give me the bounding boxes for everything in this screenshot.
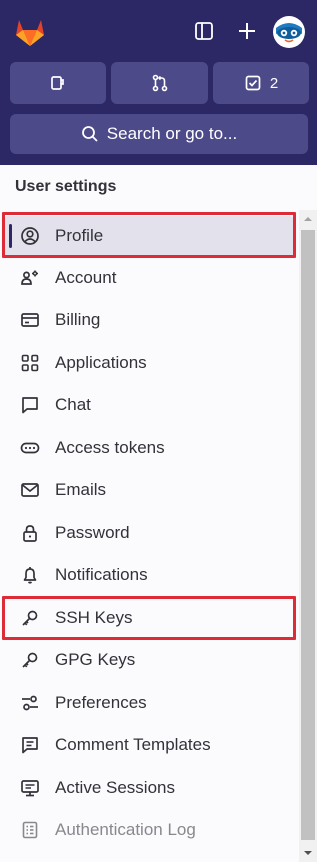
search-icon — [81, 125, 99, 143]
key-icon — [19, 607, 41, 629]
sidebar-item-authentication-log[interactable]: Authentication Log — [4, 810, 294, 850]
sidebar-item-gpg-keys[interactable]: GPG Keys — [4, 640, 294, 680]
sidebar-item-notifications[interactable]: Notifications — [4, 555, 294, 595]
scroll-down-arrow-icon[interactable] — [299, 844, 317, 862]
comment-icon — [19, 394, 41, 416]
sidebar-item-comment-templates[interactable]: Comment Templates — [4, 725, 294, 765]
key-icon — [19, 649, 41, 671]
sidebar-item-label: Password — [55, 523, 130, 542]
sidebar-item-label: Profile — [55, 226, 104, 245]
sidebar-item-profile[interactable]: Profile — [4, 216, 294, 256]
issues-button[interactable] — [10, 62, 106, 104]
lock-icon — [19, 522, 41, 544]
sidebar-item-password[interactable]: Password — [4, 513, 294, 553]
credit-card-icon — [19, 309, 41, 331]
comment-lines-icon — [19, 734, 41, 756]
sidebar-item-label: Active Sessions — [55, 778, 175, 797]
sidebar-item-label: Applications — [55, 353, 147, 372]
sidebar-item-access-tokens[interactable]: Access tokens — [4, 428, 294, 468]
sidebar-item-account[interactable]: Account — [4, 258, 294, 298]
search-label: Search or go to... — [106, 124, 238, 143]
issues-icon — [49, 74, 67, 92]
todo-check-icon — [244, 74, 262, 92]
sidebar-item-label: Notifications — [55, 565, 148, 584]
sidebar-item-label: SSH Keys — [55, 608, 133, 627]
user-avatar[interactable] — [273, 16, 305, 48]
sidebar-item-label: Account — [55, 268, 117, 287]
log-icon — [19, 819, 41, 841]
gitlab-logo-icon[interactable] — [12, 14, 48, 50]
sidebar-toggle-icon[interactable] — [191, 18, 217, 44]
todos-button[interactable]: 2 — [213, 62, 309, 104]
top-bar: 2 Search or go to... — [0, 0, 317, 165]
sidebar-title: User settings — [15, 178, 117, 195]
sidebar-item-label: Access tokens — [55, 438, 165, 457]
sidebar-item-label: Comment Templates — [55, 735, 211, 754]
sidebar-item-emails[interactable]: Emails — [4, 470, 294, 510]
mail-icon — [19, 479, 41, 501]
plus-icon[interactable] — [234, 18, 260, 44]
bell-icon — [19, 564, 41, 586]
sidebar-item-preferences[interactable]: Preferences — [4, 683, 294, 723]
sidebar-item-billing[interactable]: Billing — [4, 300, 294, 340]
merge-request-icon — [151, 74, 169, 92]
sidebar-item-label: Preferences — [55, 693, 147, 712]
search-button[interactable]: Search or go to... — [10, 114, 308, 154]
applications-grid-icon — [19, 352, 41, 374]
scroll-up-arrow-icon[interactable] — [299, 210, 317, 228]
monitor-icon — [19, 777, 41, 799]
todos-count: 2 — [269, 74, 279, 92]
sidebar-item-label: GPG Keys — [55, 650, 136, 669]
sidebar-item-ssh-keys[interactable]: SSH Keys — [4, 598, 294, 638]
sidebar-item-applications[interactable]: Applications — [4, 343, 294, 383]
token-icon — [19, 437, 41, 459]
sidebar-item-label: Billing — [55, 310, 101, 329]
sidebar-item-label: Emails — [55, 480, 107, 499]
user-settings-sidebar: User settings Profile Account Billing Ap… — [0, 165, 317, 862]
sidebar-item-chat[interactable]: Chat — [4, 385, 294, 425]
preferences-icon — [19, 692, 41, 714]
merge-requests-button[interactable] — [111, 62, 208, 104]
sidebar-item-label: Authentication Log — [55, 820, 196, 839]
sidebar-item-label: Chat — [55, 395, 91, 414]
scrollbar-thumb[interactable] — [301, 230, 315, 840]
user-circle-icon — [19, 225, 41, 247]
sidebar-item-active-sessions[interactable]: Active Sessions — [4, 768, 294, 808]
account-gear-icon — [19, 267, 41, 289]
